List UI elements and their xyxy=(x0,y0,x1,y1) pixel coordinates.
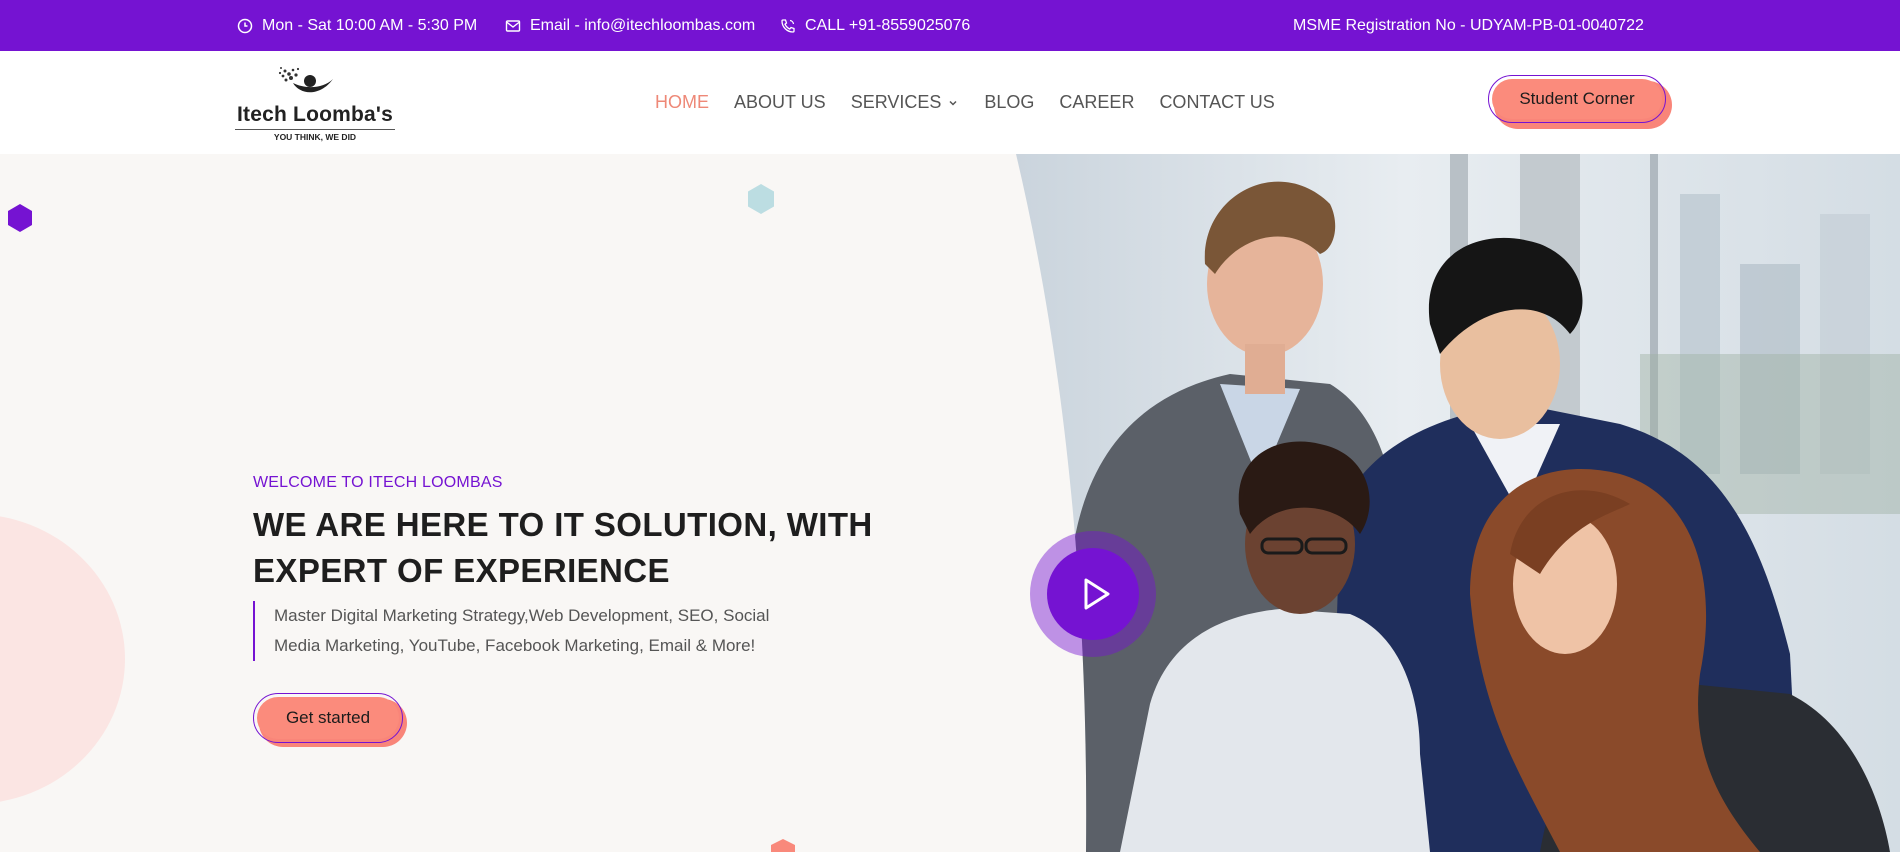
logo-mark-icon xyxy=(278,67,333,93)
chevron-down-icon xyxy=(949,100,957,106)
email-link[interactable]: Email - info@itechloombas.com xyxy=(505,0,755,51)
hexagon-shape-icon xyxy=(771,839,795,852)
hero-welcome-text: WELCOME TO ITECH LOOMBAS xyxy=(253,474,503,491)
phone-text[interactable]: CALL +91-8559025076 xyxy=(805,17,970,35)
nav-item-services[interactable]: SERVICES xyxy=(851,92,960,113)
nav-item-career[interactable]: CAREER xyxy=(1059,92,1134,113)
nav-item-services-label: SERVICES xyxy=(850,92,942,112)
hexagon-shape-icon xyxy=(748,184,774,214)
get-started-button-wrap: Get started xyxy=(253,693,407,747)
msme-registration: MSME Registration No - UDYAM-PB-01-00407… xyxy=(1293,0,1644,51)
main-nav: HOME ABOUT US SERVICES BLOG CAREER CONTA… xyxy=(655,51,1300,154)
hero-description-line: Master Digital Marketing Strategy,Web De… xyxy=(274,606,770,625)
nav-item-contact-us[interactable]: CONTACT US xyxy=(1159,92,1274,113)
get-started-button[interactable]: Get started xyxy=(253,693,403,743)
mail-icon xyxy=(505,19,521,32)
hero-team-photo xyxy=(1016,154,1900,852)
business-hours: Mon - Sat 10:00 AM - 5:30 PM xyxy=(237,0,477,51)
business-hours-text: Mon - Sat 10:00 AM - 5:30 PM xyxy=(262,16,478,34)
student-corner-button-wrap: Student Corner xyxy=(1488,75,1672,129)
nav-item-blog[interactable]: BLOG xyxy=(984,92,1034,113)
play-button-inner xyxy=(1047,548,1139,640)
hero-headline: WE ARE HERE TO IT SOLUTION, WITH EXPERT … xyxy=(253,502,953,594)
hexagon-shape-icon xyxy=(8,204,32,232)
play-video-button[interactable] xyxy=(1030,531,1156,657)
student-corner-label: Student Corner xyxy=(1492,79,1662,119)
site-header: Itech Loomba's YOU THINK, WE DID HOME AB… xyxy=(0,51,1900,154)
phone-link[interactable]: CALL +91-8559025076 xyxy=(780,0,970,51)
logo-name: Itech Loomba's xyxy=(237,103,393,126)
phone-icon xyxy=(781,18,795,33)
get-started-label: Get started xyxy=(257,697,399,739)
top-info-bar: Mon - Sat 10:00 AM - 5:30 PM Email - inf… xyxy=(0,0,1900,51)
student-corner-button[interactable]: Student Corner xyxy=(1488,75,1666,123)
clock-icon xyxy=(237,18,253,33)
decorative-blob xyxy=(0,514,125,804)
email-text[interactable]: Email - info@itechloombas.com xyxy=(530,17,755,35)
hero-description: Master Digital Marketing Strategy,Web De… xyxy=(253,601,813,661)
nav-item-about-us[interactable]: ABOUT US xyxy=(734,92,826,113)
play-icon xyxy=(1084,578,1110,610)
site-logo[interactable]: Itech Loomba's YOU THINK, WE DID xyxy=(235,61,395,142)
hero-headline-line: WE ARE HERE TO IT SOLUTION, WITH xyxy=(253,506,873,543)
logo-tagline: YOU THINK, WE DID xyxy=(235,129,395,142)
hero-headline-line: EXPERT OF EXPERIENCE xyxy=(253,552,670,589)
msme-text: MSME Registration No - UDYAM-PB-01-00407… xyxy=(1293,16,1644,34)
nav-item-home[interactable]: HOME xyxy=(655,92,709,113)
hero-description-line: Media Marketing, YouTube, Facebook Marke… xyxy=(274,636,756,655)
hero-section: WELCOME TO ITECH LOOMBAS WE ARE HERE TO … xyxy=(0,154,1900,852)
